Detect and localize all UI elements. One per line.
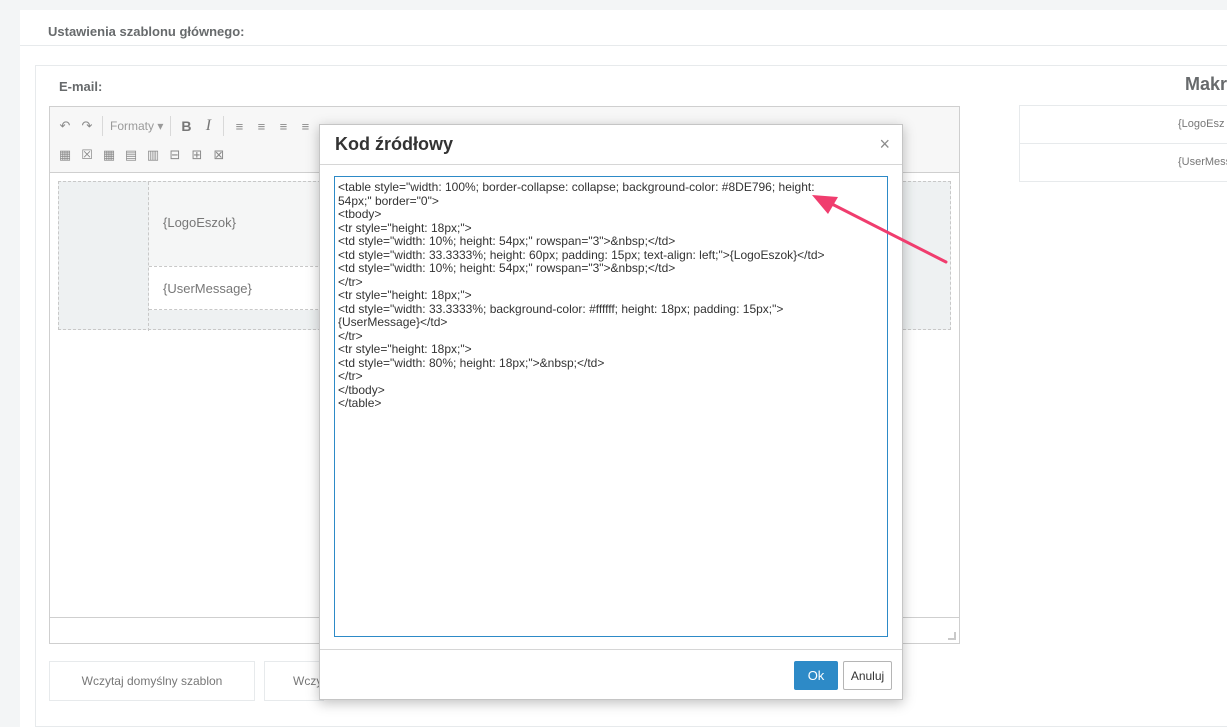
annotation-arrow-icon	[812, 195, 948, 264]
